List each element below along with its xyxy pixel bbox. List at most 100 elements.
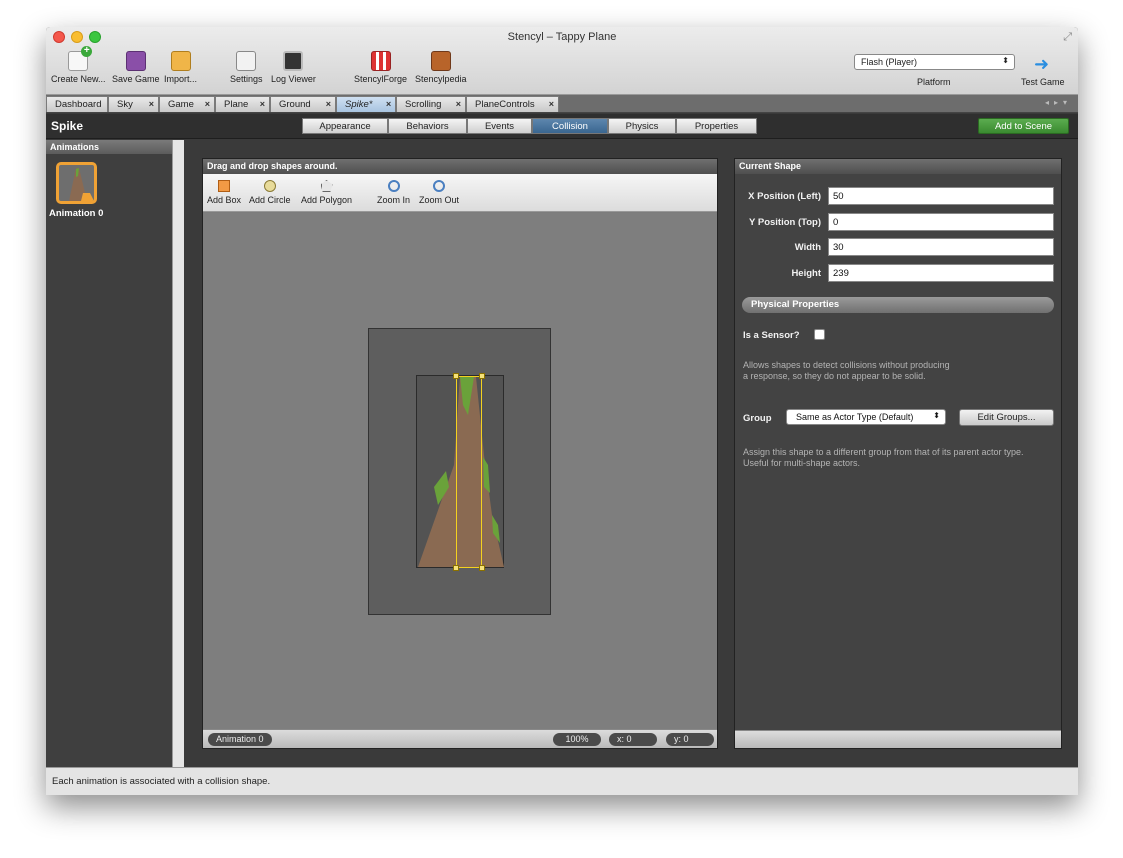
animation-label: Animation 0: [49, 208, 104, 219]
tab-dashboard[interactable]: Dashboard: [46, 96, 108, 112]
x-position-field[interactable]: 50: [828, 187, 1054, 205]
animations-scrollbar[interactable]: [172, 140, 184, 767]
current-shape-header: Current Shape: [735, 159, 1061, 174]
add-polygon-button[interactable]: Add Polygon: [301, 180, 352, 205]
zoom-out-icon: [433, 180, 445, 192]
polygon-icon: [320, 180, 333, 192]
create-new-button[interactable]: Create New...: [51, 46, 106, 84]
select-arrows-icon: ⬍: [933, 411, 940, 420]
tab-game[interactable]: Game ×: [159, 96, 215, 112]
tab-scroll-arrows-icon[interactable]: ◂▸▾: [1045, 98, 1072, 107]
group-select[interactable]: Same as Actor Type (Default) ⬍: [786, 409, 946, 425]
stencylpedia-label: Stencylpedia: [415, 74, 467, 84]
y-position-field[interactable]: 0: [828, 213, 1054, 231]
add-box-button[interactable]: Add Box: [207, 180, 241, 205]
tab-behaviors[interactable]: Behaviors: [388, 118, 467, 134]
create-new-label: Create New...: [51, 74, 106, 84]
status-bar: Each animation is associated with a coll…: [46, 767, 1078, 795]
platform-select[interactable]: Flash (Player) ⬍: [854, 54, 1015, 70]
physical-properties-section[interactable]: Physical Properties: [742, 297, 1054, 313]
zoom-in-button[interactable]: Zoom In: [377, 180, 410, 205]
animations-panel: Animations Animation 0: [46, 140, 172, 767]
tab-physics[interactable]: Physics: [608, 118, 676, 134]
close-tab-icon[interactable]: ×: [326, 99, 331, 109]
zoom-out-label: Zoom Out: [419, 195, 460, 205]
tab-plane[interactable]: Plane ×: [215, 96, 270, 112]
current-animation-badge: Animation 0: [208, 733, 272, 746]
tab-properties[interactable]: Properties: [676, 118, 757, 134]
editor-hint: Drag and drop shapes around.: [203, 159, 717, 174]
collision-editor: Drag and drop shapes around. Add Box Add…: [202, 158, 718, 749]
resize-handle[interactable]: [479, 565, 485, 571]
circle-icon: [263, 180, 276, 192]
log-viewer-button[interactable]: Log Viewer: [271, 51, 316, 84]
tab-sky[interactable]: Sky ×: [108, 96, 159, 112]
sensor-label: Is a Sensor?: [743, 330, 800, 341]
shape-canvas[interactable]: [203, 213, 717, 731]
tab-planecontrols[interactable]: PlaneControls ×: [466, 96, 559, 112]
resize-handle[interactable]: [479, 373, 485, 379]
y-coordinate: y: 0: [666, 733, 714, 746]
stencylpedia-button[interactable]: Stencylpedia: [415, 51, 467, 84]
settings-icon: [236, 51, 257, 71]
resize-handle[interactable]: [453, 373, 459, 379]
sensor-checkbox[interactable]: [814, 329, 825, 340]
add-box-label: Add Box: [207, 195, 242, 205]
import-icon: [170, 51, 191, 71]
width-field[interactable]: 30: [828, 238, 1054, 256]
tab-ground[interactable]: Ground ×: [270, 96, 336, 112]
zoom-in-label: Zoom In: [377, 195, 411, 205]
x-position-label: X Position (Left): [748, 191, 821, 202]
collision-box-shape[interactable]: [456, 376, 482, 568]
animation-thumbnail[interactable]: [56, 162, 97, 204]
close-tab-icon[interactable]: ×: [149, 99, 154, 109]
settings-button[interactable]: Settings: [230, 51, 263, 84]
tab-label: Ground: [279, 99, 311, 110]
x-coordinate: x: 0: [609, 733, 657, 746]
stencylforge-label: StencylForge: [354, 74, 408, 84]
tab-scrolling[interactable]: Scrolling ×: [396, 96, 466, 112]
fullscreen-icon[interactable]: ⤢: [1063, 31, 1072, 44]
group-help-line: Useful for multi-shape actors.: [743, 458, 861, 468]
platform-label: Platform: [917, 77, 951, 87]
import-label: Import...: [164, 74, 198, 84]
close-tab-icon[interactable]: ×: [549, 99, 554, 109]
close-tab-icon[interactable]: ×: [386, 99, 391, 109]
panel-footer: [735, 730, 1061, 748]
tab-appearance[interactable]: Appearance: [302, 118, 388, 134]
tab-events[interactable]: Events: [467, 118, 532, 134]
width-label: Width: [794, 242, 821, 253]
sensor-help-text: Allows shapes to detect collisions witho…: [743, 360, 1058, 382]
height-field[interactable]: 239: [828, 264, 1054, 282]
add-to-scene-button[interactable]: Add to Scene: [978, 118, 1069, 134]
tab-label: Plane: [224, 99, 249, 110]
zoom-out-button[interactable]: Zoom Out: [419, 180, 459, 205]
box-icon: [218, 180, 231, 192]
group-value: Same as Actor Type (Default): [796, 412, 914, 422]
tab-spike[interactable]: Spike* ×: [336, 96, 396, 112]
tab-label: Scrolling: [405, 99, 442, 110]
add-circle-button[interactable]: Add Circle: [249, 180, 291, 205]
spike-thumbnail-icon: [69, 168, 94, 201]
tab-label: PlaneControls: [475, 99, 535, 110]
save-game-button[interactable]: Save Game: [112, 51, 160, 84]
close-tab-icon[interactable]: ×: [205, 99, 210, 109]
zoom-in-icon: [387, 180, 400, 192]
tab-label: Sky: [117, 99, 133, 110]
add-polygon-label: Add Polygon: [301, 195, 353, 205]
test-game-arrow-icon[interactable]: ➜: [1034, 54, 1049, 75]
tab-collision[interactable]: Collision: [532, 118, 608, 134]
actor-header: Spike Appearance Behaviors Events Collis…: [46, 114, 1078, 139]
edit-groups-button[interactable]: Edit Groups...: [959, 409, 1054, 426]
shape-toolbar: Add Box Add Circle Add Polygon Zoom In Z…: [203, 174, 717, 212]
group-help-text: Assign this shape to a different group f…: [743, 447, 1058, 469]
close-tab-icon[interactable]: ×: [456, 99, 461, 109]
store-icon: [370, 51, 391, 71]
close-tab-icon[interactable]: ×: [260, 99, 265, 109]
import-button[interactable]: Import...: [164, 51, 197, 84]
window-title: Stencyl – Tappy Plane: [507, 31, 617, 43]
test-game-button[interactable]: Test Game: [1021, 77, 1065, 87]
resize-handle[interactable]: [453, 565, 459, 571]
platform-value: Flash (Player): [861, 57, 918, 67]
stencylforge-button[interactable]: StencylForge: [354, 51, 407, 84]
